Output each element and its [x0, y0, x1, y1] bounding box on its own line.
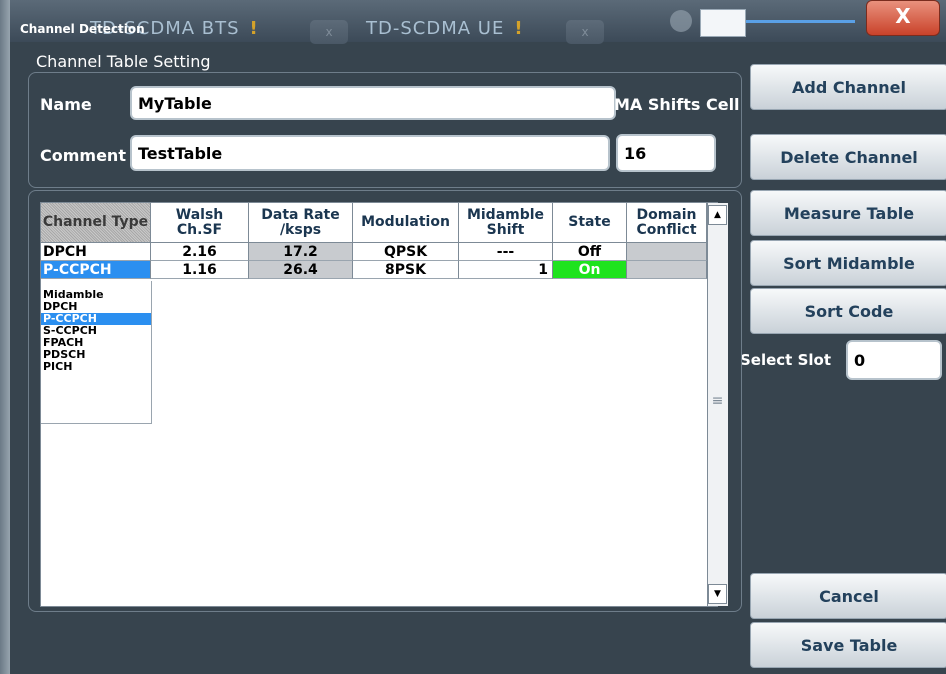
slider-track[interactable]	[735, 20, 855, 23]
warning-icon: !	[249, 18, 259, 39]
table-row-state-on[interactable]: On	[553, 261, 627, 279]
header-midamble-shift: Midamble Shift	[459, 203, 553, 243]
header-channel-type[interactable]: Channel Type	[41, 203, 151, 243]
table-row-walsh[interactable]: 1.16	[151, 261, 249, 279]
channel-type-dropdown[interactable]: Midamble DPCH P-CCPCH S-CCPCH FPACH PDSC…	[41, 281, 152, 424]
close-button[interactable]: X	[866, 0, 940, 36]
table-row-midamble[interactable]: ---	[459, 243, 553, 261]
comment-label: Comment	[40, 146, 126, 165]
measure-table-button[interactable]: Measure Table	[750, 190, 946, 236]
header-data-rate: Data Rate /ksps	[249, 203, 353, 243]
table-row-type-selected[interactable]: P-CCPCH	[41, 261, 151, 279]
tab-close-button[interactable]: x	[566, 20, 604, 44]
comment-field[interactable]: TestTable	[130, 135, 610, 171]
ma-shifts-field[interactable]: 16	[616, 134, 716, 172]
table-row-state[interactable]: Off	[553, 243, 627, 261]
section-label: Channel Table Setting	[36, 52, 211, 71]
cancel-button[interactable]: Cancel	[750, 573, 946, 619]
tab-td-scdma-ue[interactable]: TD-SCDMA UE!	[366, 18, 524, 46]
add-channel-button[interactable]: Add Channel	[750, 64, 946, 110]
header-state: State	[553, 203, 627, 243]
dropdown-option-pich[interactable]: PICH	[41, 361, 151, 373]
save-table-button[interactable]: Save Table	[750, 622, 946, 668]
header-modulation: Modulation	[353, 203, 459, 243]
name-label: Name	[40, 95, 92, 114]
name-field[interactable]: MyTable	[130, 86, 616, 120]
background-edge	[0, 0, 10, 674]
channel-table: Channel Type Walsh Ch.SF Data Rate /ksps…	[40, 202, 728, 607]
select-slot-field[interactable]: 0	[846, 340, 942, 380]
table-row-rate: 17.2	[249, 243, 353, 261]
sort-midamble-button[interactable]: Sort Midamble	[750, 240, 946, 286]
header-walsh: Walsh Ch.SF	[151, 203, 249, 243]
warning-icon: !	[514, 18, 524, 39]
sort-code-button[interactable]: Sort Code	[750, 288, 946, 334]
table-row-conflict	[627, 261, 707, 279]
table-row-modulation[interactable]: 8PSK	[353, 261, 459, 279]
scroll-grip-icon[interactable]: ≡	[708, 393, 727, 413]
delete-channel-button[interactable]: Delete Channel	[750, 134, 946, 180]
table-row-walsh[interactable]: 2.16	[151, 243, 249, 261]
status-indicator-icon	[670, 10, 692, 32]
ma-shifts-label: MA Shifts Cell	[614, 95, 740, 114]
table-row-conflict	[627, 243, 707, 261]
table-row-midamble[interactable]: 1	[459, 261, 553, 279]
scroll-down-icon[interactable]: ▼	[708, 584, 727, 604]
channel-table-dialog: Channel Detection TD-SCDMA BTS! x TD-SCD…	[10, 0, 946, 674]
tab-close-button[interactable]: x	[310, 20, 348, 44]
slider-handle[interactable]	[700, 9, 746, 37]
select-slot-label: Select Slot	[740, 351, 831, 369]
scroll-up-icon[interactable]: ▲	[708, 205, 727, 225]
dialog-title: Channel Detection	[20, 22, 145, 36]
vertical-scrollbar[interactable]: ▲ ≡ ▼	[707, 203, 728, 606]
table-row-type[interactable]: DPCH	[41, 243, 151, 261]
tab-label: TD-SCDMA UE	[366, 18, 505, 39]
table-row-modulation[interactable]: QPSK	[353, 243, 459, 261]
table-row-rate: 26.4	[249, 261, 353, 279]
header-domain-conflict: Domain Conflict	[627, 203, 707, 243]
